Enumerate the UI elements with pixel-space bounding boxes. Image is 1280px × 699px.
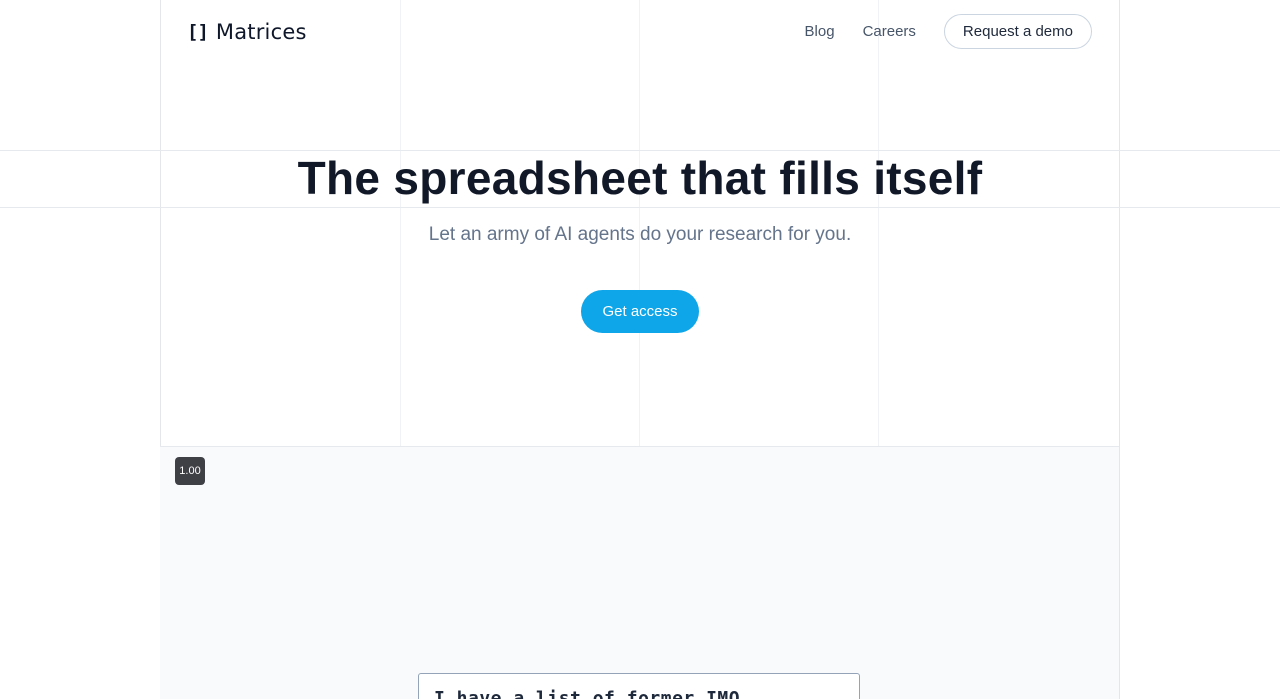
prompt-text: I have a list of former IMO (434, 688, 741, 699)
demo-canvas (160, 446, 1119, 699)
hero-subtitle: Let an army of AI agents do your researc… (428, 224, 852, 245)
brand-logo[interactable]: [] Matrices (187, 18, 307, 46)
nav-link-careers[interactable]: Careers (863, 23, 916, 40)
grid-line-horizontal (0, 207, 1280, 208)
get-access-button[interactable]: Get access (581, 290, 699, 333)
page: [] Matrices Blog Careers Request a demo … (0, 0, 1280, 699)
zoom-level-badge: 1.00 (175, 457, 205, 485)
prompt-input-box[interactable]: I have a list of former IMO (418, 673, 860, 699)
nav-link-blog[interactable]: Blog (805, 23, 835, 40)
request-demo-button[interactable]: Request a demo (943, 14, 1092, 49)
hero-title: The spreadsheet that fills itself (297, 152, 983, 204)
brackets-logo-icon: [] (187, 21, 209, 43)
top-nav: Blog Careers Request a demo (805, 13, 1092, 50)
grid-line-right (1119, 0, 1120, 699)
brand-name: Matrices (215, 20, 307, 44)
